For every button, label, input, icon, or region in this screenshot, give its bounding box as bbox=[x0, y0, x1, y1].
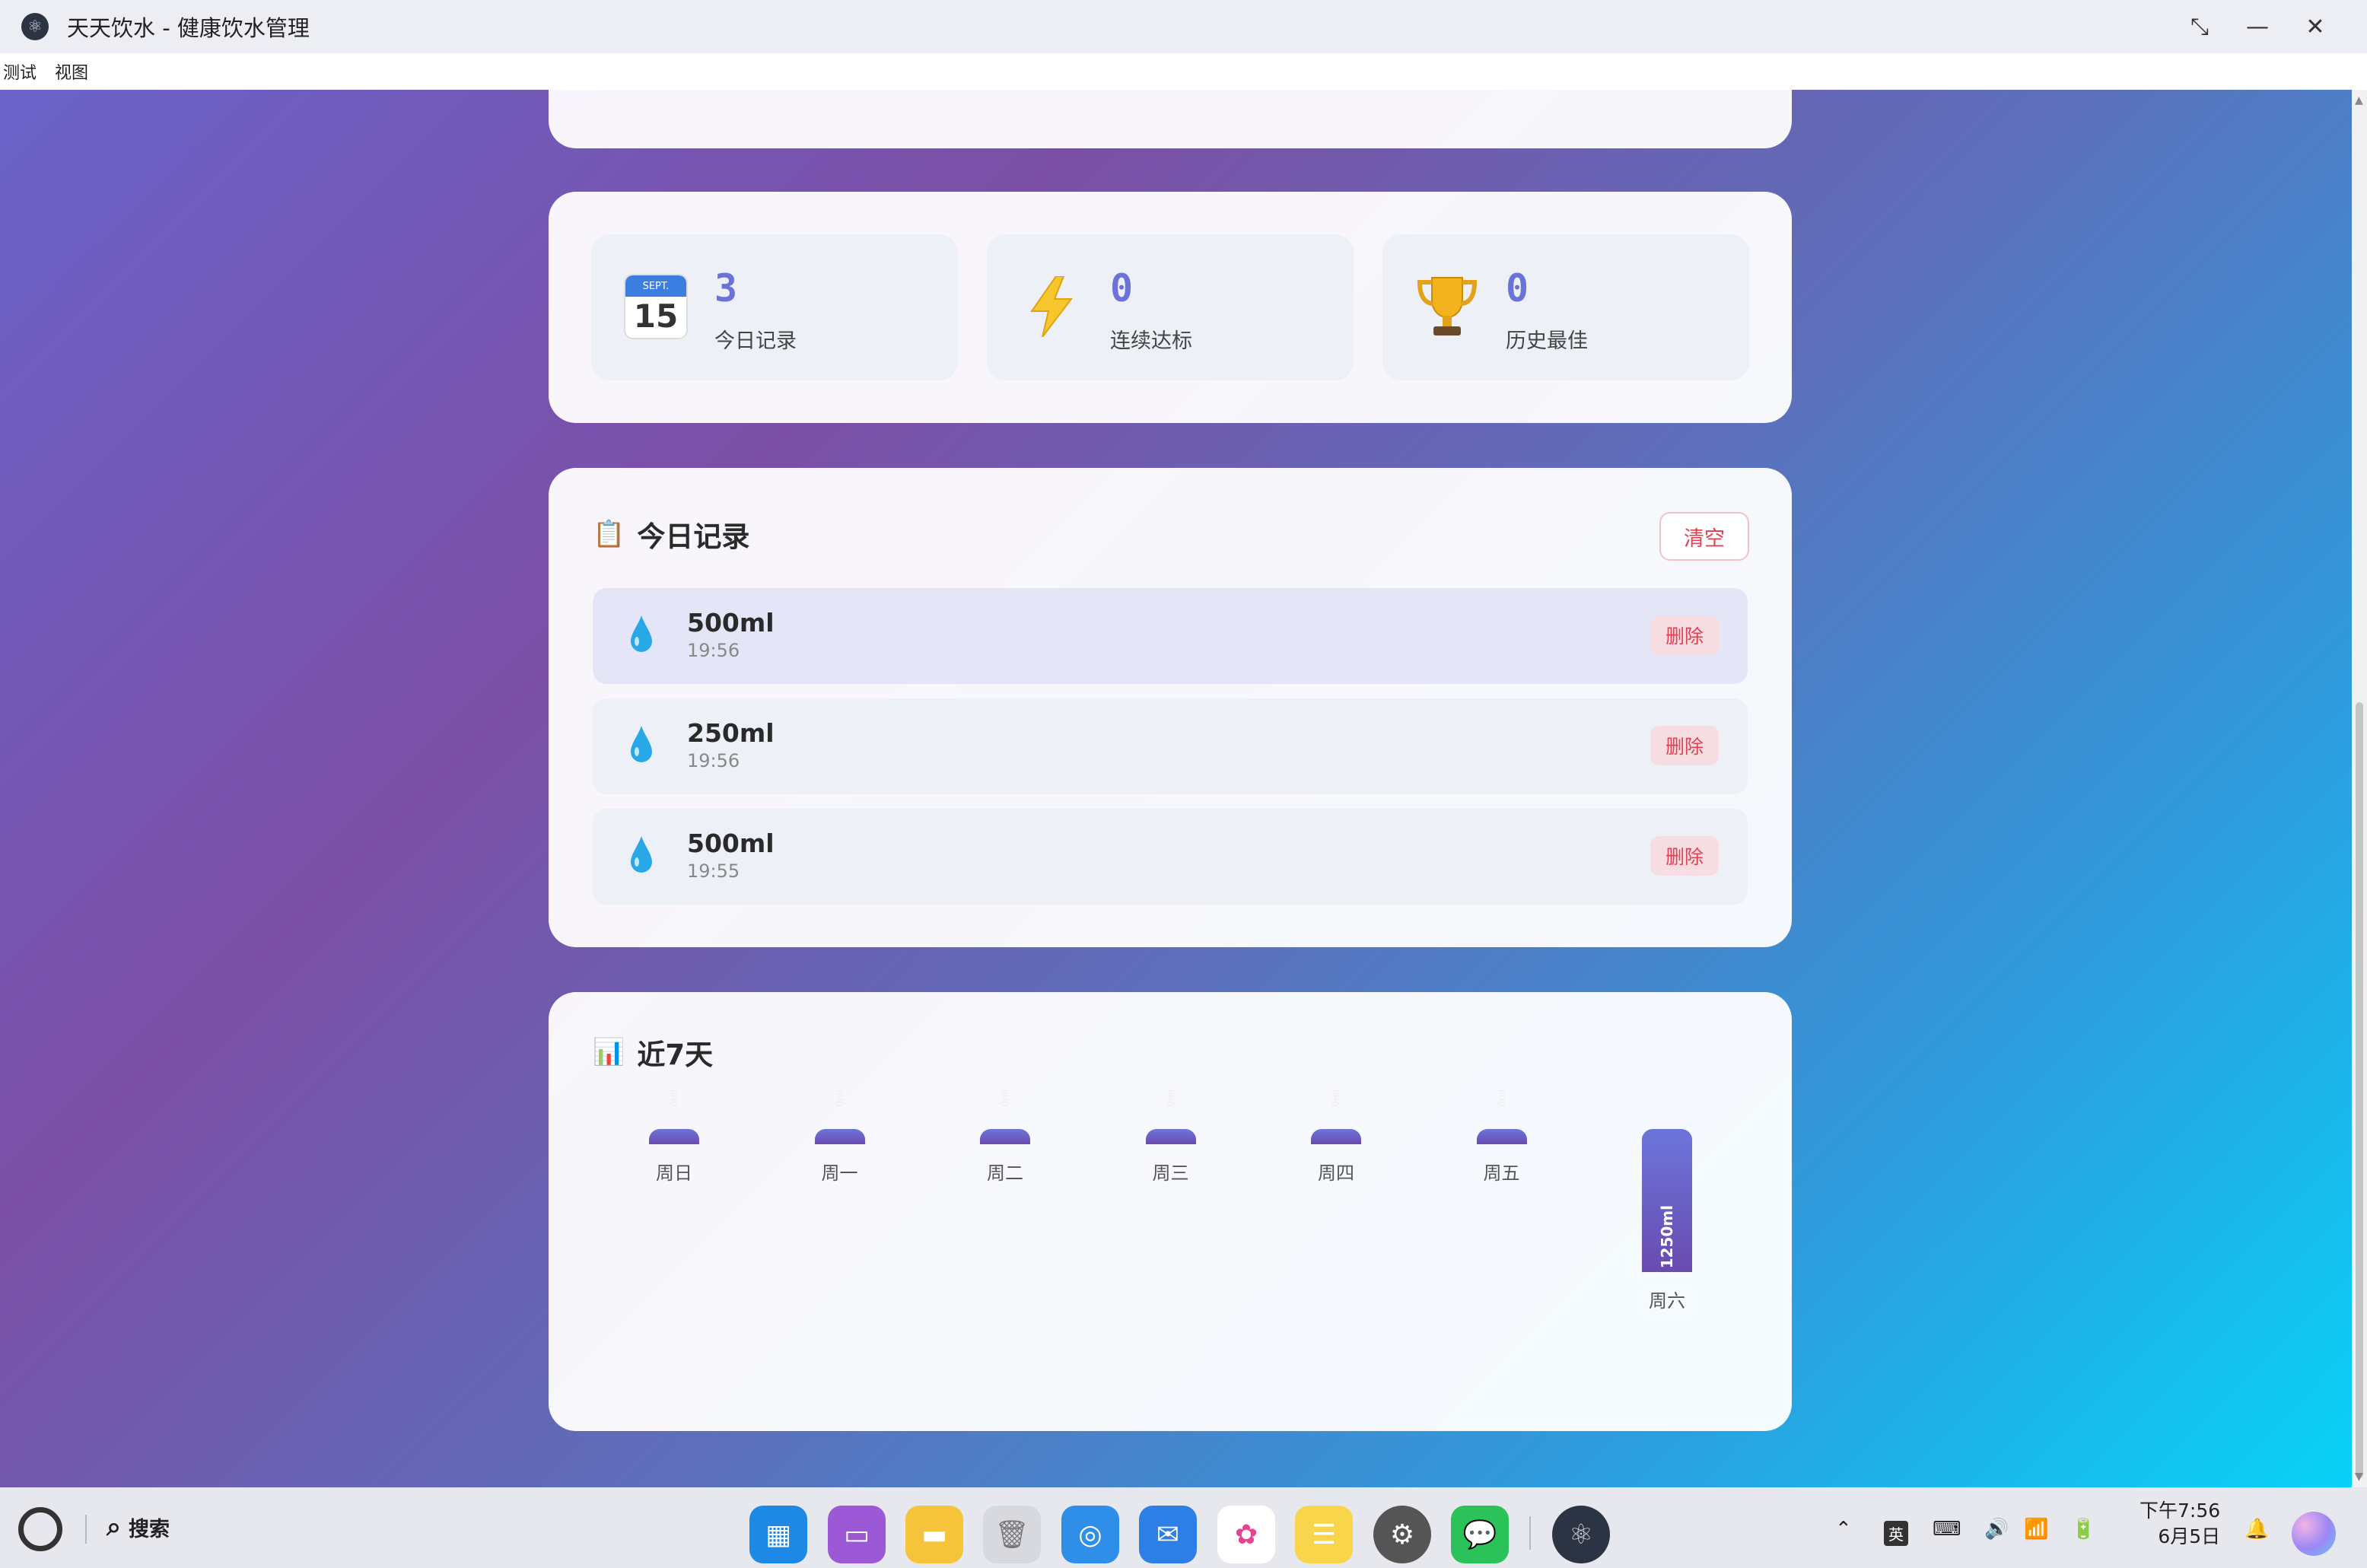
weekly-chart: 0ml 周日 0ml 周一 0ml 周二 0ml 周三 0ml 周四 0ml 周五 1250ml 周六 bbox=[549, 992, 1792, 1431]
water-drop-icon bbox=[631, 836, 652, 873]
chart-bar bbox=[1145, 1129, 1196, 1144]
bar-value-label: 1250ml bbox=[1658, 1205, 1676, 1269]
dock-divider bbox=[1529, 1516, 1531, 1550]
clock[interactable]: 下午7:56 6月5日 bbox=[2140, 1498, 2220, 1550]
chart-bar bbox=[980, 1129, 1030, 1144]
settings-icon[interactable]: ⚙ bbox=[1373, 1506, 1431, 1563]
bar-value-label: 0ml bbox=[1331, 1089, 1341, 1107]
taskbar-divider bbox=[85, 1515, 87, 1544]
record-amount: 500ml bbox=[687, 829, 775, 858]
stat-value: 0 bbox=[1506, 266, 1529, 310]
mail-icon[interactable]: ✉ bbox=[1139, 1506, 1197, 1563]
volume-icon[interactable]: 🔊 bbox=[1984, 1518, 2009, 1541]
menu-view[interactable]: 视图 bbox=[55, 59, 88, 84]
files-icon[interactable]: ▬ bbox=[905, 1506, 963, 1563]
day-label: 周五 bbox=[1483, 1162, 1520, 1184]
browser-icon[interactable]: ◎ bbox=[1061, 1506, 1119, 1563]
chart-card: 📊 近7天 0ml 周日 0ml 周一 0ml 周二 0ml 周三 0ml 周四 0ml 周五 1250… bbox=[549, 992, 1792, 1431]
records-title: 📋 今日记录 bbox=[593, 519, 750, 553]
window-title: 天天饮水 - 健康饮水管理 bbox=[67, 15, 310, 41]
trash-icon[interactable]: 🗑 bbox=[983, 1506, 1041, 1563]
taskbar-search[interactable]: ⌕ 搜索 bbox=[107, 1512, 170, 1542]
clock-date: 6月5日 bbox=[2158, 1525, 2221, 1547]
wifi-icon[interactable]: 📶 bbox=[2024, 1518, 2048, 1541]
start-icon[interactable] bbox=[18, 1507, 62, 1551]
stat-value: 0 bbox=[1110, 266, 1134, 310]
record-time: 19:56 bbox=[687, 750, 740, 771]
ime-indicator[interactable]: 英 bbox=[1884, 1521, 1908, 1546]
chart-bar bbox=[1476, 1129, 1527, 1144]
clipboard-icon: 📋 bbox=[593, 519, 625, 549]
bar-value-label: 0ml bbox=[834, 1089, 845, 1107]
record-item: 500ml 19:55 删除 bbox=[593, 809, 1748, 905]
scroll-thumb[interactable] bbox=[2356, 702, 2363, 1478]
search-icon: ⌕ bbox=[107, 1512, 122, 1542]
record-time: 19:56 bbox=[687, 640, 740, 661]
stat-label: 历史最佳 bbox=[1506, 329, 1588, 353]
delete-button[interactable]: 删除 bbox=[1650, 836, 1719, 876]
chart-bar bbox=[1311, 1129, 1361, 1144]
notification-bell-icon[interactable]: 🔔 bbox=[2245, 1518, 2269, 1541]
stat-today-records: SEPT. 15 3 今日记录 bbox=[591, 234, 958, 380]
electron-app-icon[interactable]: ⚛ bbox=[1552, 1506, 1610, 1563]
app-viewport: SEPT. 15 3 今日记录 0 连续达标 0 历史最佳 📋 今日记录 清空 … bbox=[0, 90, 2367, 1487]
day-label: 周一 bbox=[821, 1162, 858, 1184]
stat-value: 3 bbox=[714, 266, 738, 310]
wechat-icon[interactable]: 💬 bbox=[1451, 1506, 1509, 1563]
clear-button[interactable]: 清空 bbox=[1659, 512, 1749, 561]
menu-bar: 测试 视图 bbox=[0, 53, 2367, 90]
record-amount: 500ml bbox=[687, 608, 775, 638]
bar-value-label: 0ml bbox=[1165, 1089, 1176, 1107]
chart-bar bbox=[649, 1129, 699, 1144]
clock-time: 下午7:56 bbox=[2140, 1500, 2221, 1522]
taskbar: ⌕ 搜索 ▦ ▭ ▬ 🗑 ◎ ✉ ✿ ☰ ⚙ 💬 ⚛ ⌃ 英 ⌨ 🔊 📶 🔋 下… bbox=[0, 1487, 2367, 1568]
lightning-icon bbox=[1017, 272, 1086, 341]
photos-icon[interactable]: ✿ bbox=[1217, 1506, 1275, 1563]
water-drop-icon bbox=[631, 615, 652, 652]
day-label: 周六 bbox=[1649, 1290, 1685, 1312]
window-controls: ⤡ — ✕ bbox=[2171, 0, 2344, 53]
stats-card: SEPT. 15 3 今日记录 0 连续达标 0 历史最佳 bbox=[549, 192, 1792, 423]
title-bar: ⚛ 天天饮水 - 健康饮水管理 ⤡ — ✕ bbox=[0, 0, 2367, 53]
menu-test[interactable]: 测试 bbox=[3, 59, 37, 84]
delete-button[interactable]: 删除 bbox=[1650, 615, 1719, 655]
record-time: 19:55 bbox=[687, 860, 740, 882]
trophy-icon bbox=[1413, 272, 1481, 341]
bar-value-label: 0ml bbox=[1496, 1089, 1507, 1107]
app-icon: ⚛ bbox=[21, 13, 49, 40]
delete-button[interactable]: 删除 bbox=[1650, 726, 1719, 765]
assistant-icon[interactable] bbox=[2292, 1512, 2336, 1556]
stat-streak: 0 连续达标 bbox=[987, 234, 1354, 380]
minimize-icon[interactable]: — bbox=[2229, 0, 2286, 53]
app-grid-icon[interactable]: ▦ bbox=[749, 1506, 807, 1563]
day-label: 周二 bbox=[987, 1162, 1023, 1184]
battery-icon[interactable]: 🔋 bbox=[2071, 1518, 2095, 1541]
day-label: 周四 bbox=[1318, 1162, 1354, 1184]
day-label: 周三 bbox=[1152, 1162, 1189, 1184]
notes-icon[interactable]: ☰ bbox=[1295, 1506, 1353, 1563]
scrollbar[interactable]: ▲ ▼ bbox=[2352, 90, 2367, 1487]
day-label: 周日 bbox=[656, 1162, 692, 1184]
record-item: 250ml 19:56 删除 bbox=[593, 698, 1748, 794]
record-amount: 250ml bbox=[687, 718, 775, 748]
chevron-up-icon[interactable]: ⌃ bbox=[1835, 1518, 1852, 1541]
records-card: 📋 今日记录 清空 500ml 19:56 删除 250ml 19:56 删除 … bbox=[549, 468, 1792, 947]
bar-value-label: 0ml bbox=[669, 1089, 679, 1107]
stat-best: 0 历史最佳 bbox=[1382, 234, 1749, 380]
top-card bbox=[549, 90, 1792, 148]
bar-value-label: 0ml bbox=[1000, 1089, 1010, 1107]
stat-label: 连续达标 bbox=[1110, 329, 1192, 353]
water-drop-icon bbox=[631, 726, 652, 762]
keyboard-icon[interactable]: ⌨ bbox=[1933, 1518, 1961, 1541]
stat-label: 今日记录 bbox=[714, 329, 797, 353]
calendar-icon: SEPT. 15 bbox=[622, 272, 690, 341]
scroll-up-icon[interactable]: ▲ bbox=[2355, 94, 2363, 107]
record-item: 500ml 19:56 删除 bbox=[593, 588, 1748, 684]
chart-bar bbox=[814, 1129, 865, 1144]
close-icon[interactable]: ✕ bbox=[2286, 0, 2344, 53]
restore-icon[interactable]: ⤡ bbox=[2171, 0, 2229, 53]
scroll-down-icon[interactable]: ▼ bbox=[2355, 1471, 2363, 1483]
folder-purple-icon[interactable]: ▭ bbox=[828, 1506, 886, 1563]
